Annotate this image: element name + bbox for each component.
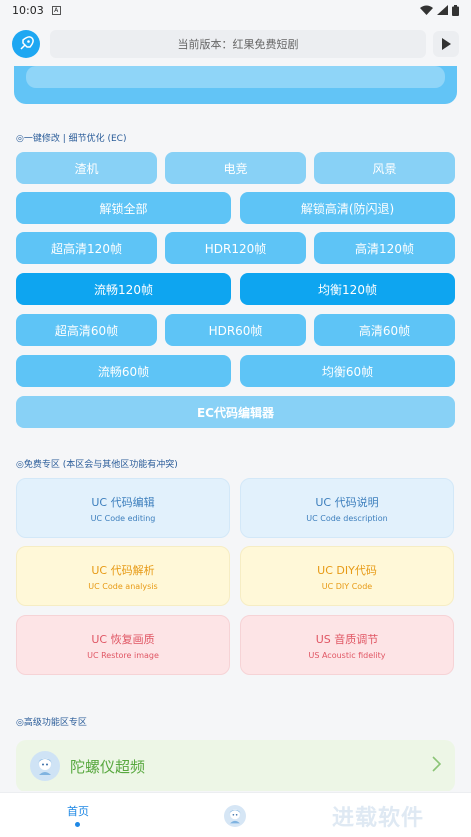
card-subtitle: UC Code description	[306, 513, 388, 523]
play-icon	[442, 38, 451, 50]
status-icons	[420, 4, 459, 16]
card-title: UC 代码解析	[91, 563, 155, 577]
unlock-all-button[interactable]: 解锁全部	[16, 192, 231, 224]
signal-icon	[437, 5, 448, 15]
ec-code-editor-button[interactable]: EC代码编辑器	[16, 396, 455, 428]
balanced-120-button[interactable]: 均衡120帧	[240, 273, 455, 305]
top-banner-card	[14, 66, 457, 104]
hdr-60-button[interactable]: HDR60帧	[165, 314, 306, 346]
anime-avatar-icon	[30, 751, 60, 781]
gyro-overclock-card[interactable]: 陀螺仪超频	[16, 740, 455, 791]
card-title: UC 恢复画质	[91, 632, 155, 646]
status-time: 10:03	[12, 3, 44, 17]
status-bar: 10:03 A	[0, 0, 471, 20]
watermark-logo: 进载软件	[332, 793, 471, 837]
app-header: 当前版本：红果免费短剧	[0, 22, 471, 66]
us-acoustic-fidelity-card[interactable]: US 音质调节 US Acoustic fidelity	[240, 615, 454, 675]
uhd-120-button[interactable]: 超高清120帧	[16, 232, 157, 264]
main-content[interactable]: ◎一键修改 | 细节优化 (EC) 渣机 电竞 风景 解锁全部 解锁高清(防闪退…	[0, 66, 471, 791]
play-button[interactable]	[433, 31, 459, 57]
version-text: 当前版本：红果免费短剧	[177, 38, 299, 51]
card-subtitle: UC Restore image	[87, 650, 159, 660]
notification-a-icon: A	[51, 5, 61, 15]
hd-60-button[interactable]: 高清60帧	[314, 314, 455, 346]
watermark-text: 进载软件	[332, 805, 425, 831]
wifi-icon	[420, 5, 433, 15]
smooth-120-button[interactable]: 流畅120帧	[16, 273, 231, 305]
uc-code-editing-card[interactable]: UC 代码编辑 UC Code editing	[16, 478, 230, 538]
rocket-icon[interactable]	[12, 30, 40, 58]
hd-120-button[interactable]: 高清120帧	[314, 232, 455, 264]
preset-esports-button[interactable]: 电竞	[165, 152, 306, 184]
uc-code-description-card[interactable]: UC 代码说明 UC Code description	[240, 478, 454, 538]
hdr-120-button[interactable]: HDR120帧	[165, 232, 306, 264]
battery-icon	[452, 4, 459, 16]
section-title-free: ◎免费专区 (本区会与其他区功能有冲突)	[16, 460, 178, 470]
preset-low-end-button[interactable]: 渣机	[16, 152, 157, 184]
card-subtitle: UC Code analysis	[88, 581, 158, 591]
bottom-navigation: 首页 进载软件	[0, 792, 471, 837]
card-title: UC 代码编辑	[91, 495, 155, 509]
card-title: UC 代码说明	[315, 495, 379, 509]
chevron-right-icon	[431, 755, 442, 777]
uhd-60-button[interactable]: 超高清60帧	[16, 314, 157, 346]
preset-scenery-button[interactable]: 风景	[314, 152, 455, 184]
version-field[interactable]: 当前版本：红果免费短剧	[50, 30, 426, 58]
section-title-advanced: ◎高级功能区专区	[16, 718, 87, 728]
unlock-hd-button[interactable]: 解锁高清(防闪退)	[240, 192, 455, 224]
card-subtitle: UC DIY Code	[321, 581, 373, 591]
top-banner-button[interactable]	[26, 66, 445, 88]
card-title: UC DIY代码	[317, 563, 377, 577]
card-title: US 音质调节	[315, 632, 379, 646]
gyro-label: 陀螺仪超频	[70, 757, 146, 776]
nav-avatar-icon[interactable]	[224, 805, 246, 827]
balanced-60-button[interactable]: 均衡60帧	[240, 355, 455, 387]
uc-diy-code-card[interactable]: UC DIY代码 UC DIY Code	[240, 546, 454, 606]
app-screen: 10:03 A 当前版本：红果免费短剧 ◎一键修改 | 细节优化 (EC) 渣机…	[0, 0, 471, 837]
nav-home-tab[interactable]: 首页	[58, 803, 98, 819]
uc-restore-image-card[interactable]: UC 恢复画质 UC Restore image	[16, 615, 230, 675]
card-subtitle: US Acoustic fidelity	[308, 650, 386, 660]
card-subtitle: UC Code editing	[90, 513, 156, 523]
uc-code-analysis-card[interactable]: UC 代码解析 UC Code analysis	[16, 546, 230, 606]
section-title-ec: ◎一键修改 | 细节优化 (EC)	[16, 134, 127, 144]
nav-active-indicator	[75, 822, 80, 827]
smooth-60-button[interactable]: 流畅60帧	[16, 355, 231, 387]
